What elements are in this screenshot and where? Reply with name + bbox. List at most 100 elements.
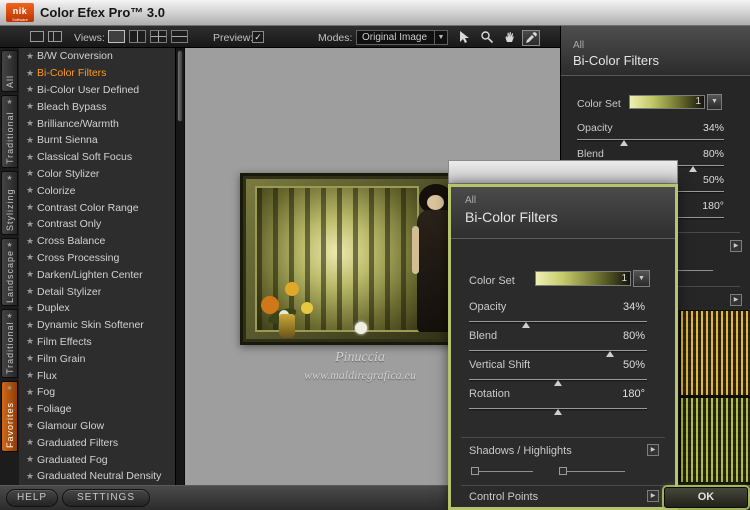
shadows-highlights-expander[interactable]: ▶ <box>730 240 742 252</box>
filter-item[interactable]: ★ Graduated Fog <box>19 451 184 468</box>
floating-panel-drag-bar[interactable] <box>448 160 678 184</box>
favorite-star-icon[interactable]: ★ <box>26 152 37 163</box>
filter-item[interactable]: ★ Cross Processing <box>19 250 184 267</box>
control-points-expander[interactable]: ▶ <box>730 294 742 306</box>
tab-favorites[interactable]: ★ Favorites <box>1 381 18 452</box>
tab-all[interactable]: ★ All <box>1 50 18 92</box>
filter-item[interactable]: ★ Graduated Neutral Density <box>19 468 184 485</box>
filter-list-scrollbar[interactable] <box>175 48 184 485</box>
filter-item[interactable]: ★ Bleach Bypass <box>19 98 184 115</box>
ok-button[interactable]: OK <box>664 487 748 508</box>
single-pane-icon[interactable] <box>30 31 44 42</box>
filter-item[interactable]: ★ Bi-Color User Defined <box>19 82 184 99</box>
view-split-horizontal-button[interactable] <box>171 30 188 43</box>
filter-item[interactable]: ★ Classical Soft Focus <box>19 149 184 166</box>
view-split-vertical-button[interactable] <box>129 30 146 43</box>
highlights-mini-slider[interactable] <box>559 467 625 475</box>
color-set-dropdown-arrow[interactable]: ▼ <box>707 94 722 110</box>
modes-dropdown[interactable]: Original Image ▼ <box>356 30 448 45</box>
slider-handle[interactable] <box>521 322 530 328</box>
filter-item[interactable]: ★ Color Stylizer <box>19 166 184 183</box>
favorite-star-icon[interactable]: ★ <box>26 404 37 415</box>
filter-item[interactable]: ★ Darken/Lighten Center <box>19 266 184 283</box>
filter-item[interactable]: ★ Burnt Sienna <box>19 132 184 149</box>
favorite-star-icon[interactable]: ★ <box>26 84 37 95</box>
filter-item[interactable]: ★ Brilliance/Warmth <box>19 115 184 132</box>
scrollbar-thumb[interactable] <box>177 50 183 122</box>
filter-item[interactable]: ★ Foliage <box>19 401 184 418</box>
filter-item[interactable]: ★ Cross Balance <box>19 233 184 250</box>
slider-handle[interactable] <box>554 409 562 415</box>
favorite-star-icon[interactable]: ★ <box>26 202 37 213</box>
filter-item-selected[interactable]: ★ Bi-Color Filters <box>19 65 184 82</box>
settings-button[interactable]: SETTINGS <box>62 489 150 507</box>
favorite-star-icon[interactable]: ★ <box>26 252 37 263</box>
favorite-star-icon[interactable]: ★ <box>26 185 37 196</box>
opacity-slider[interactable] <box>469 321 647 328</box>
slider-handle[interactable] <box>605 351 614 357</box>
shadows-mini-slider[interactable] <box>471 467 533 475</box>
filter-item[interactable]: ★ Fog <box>19 384 184 401</box>
favorite-star-icon[interactable]: ★ <box>26 286 37 297</box>
favorite-star-icon[interactable]: ★ <box>26 101 37 112</box>
color-set-swatch[interactable]: 1 <box>629 95 705 109</box>
favorite-star-icon[interactable]: ★ <box>26 454 37 465</box>
color-set-dropdown-arrow[interactable]: ▼ <box>633 270 650 287</box>
favorite-star-icon[interactable]: ★ <box>26 437 37 448</box>
favorite-star-icon[interactable]: ★ <box>26 370 37 381</box>
favorite-star-icon[interactable]: ★ <box>26 420 37 431</box>
favorite-star-icon[interactable]: ★ <box>26 336 37 347</box>
favorite-star-icon[interactable]: ★ <box>26 118 37 129</box>
favorite-star-icon[interactable]: ★ <box>26 68 37 79</box>
favorite-star-icon[interactable]: ★ <box>26 387 37 398</box>
control-points-expander[interactable]: ▶ <box>647 490 659 502</box>
favorite-star-icon[interactable]: ★ <box>26 135 37 146</box>
pan-hand-tool[interactable] <box>501 30 519 46</box>
filter-item[interactable]: ★ Film Effects <box>19 334 184 351</box>
favorite-star-icon[interactable]: ★ <box>26 471 37 482</box>
slider-handle[interactable] <box>689 166 698 172</box>
blend-slider[interactable] <box>469 350 647 357</box>
favorite-star-icon[interactable]: ★ <box>26 320 37 331</box>
mini-slider-handle[interactable] <box>471 467 479 475</box>
vertical-shift-slider[interactable] <box>469 379 647 386</box>
eyedropper-tool[interactable] <box>522 30 540 46</box>
tab-traditional-1[interactable]: ★ Traditional <box>1 95 18 168</box>
rotation-slider[interactable] <box>469 408 647 415</box>
help-button[interactable]: HELP <box>6 489 58 507</box>
filter-item[interactable]: ★ Graduated Filters <box>19 434 184 451</box>
favorite-star-icon[interactable]: ★ <box>26 303 37 314</box>
select-arrow-tool[interactable] <box>455 30 473 46</box>
favorite-star-icon[interactable]: ★ <box>26 219 37 230</box>
favorite-star-icon[interactable]: ★ <box>26 353 37 364</box>
tab-traditional-2[interactable]: ★ Traditional <box>1 309 18 378</box>
preview-checkbox[interactable]: ✓ <box>252 31 264 43</box>
filter-item[interactable]: ★ B/W Conversion <box>19 48 184 65</box>
tab-landscape[interactable]: ★ Landscape <box>1 238 18 306</box>
opacity-slider[interactable] <box>577 139 724 146</box>
slider-handle[interactable] <box>620 140 629 146</box>
filter-item[interactable]: ★ Flux <box>19 367 184 384</box>
filter-item[interactable]: ★ Film Grain <box>19 350 184 367</box>
favorite-star-icon[interactable]: ★ <box>26 236 37 247</box>
filter-thumbnail[interactable] <box>681 311 750 395</box>
favorite-star-icon[interactable]: ★ <box>26 51 37 62</box>
filter-item[interactable]: ★ Contrast Color Range <box>19 199 184 216</box>
split-pane-icon[interactable] <box>48 31 62 42</box>
filter-item[interactable]: ★ Colorize <box>19 182 184 199</box>
filter-thumbnail[interactable] <box>681 398 750 482</box>
favorite-star-icon[interactable]: ★ <box>26 269 37 280</box>
mini-slider-handle[interactable] <box>559 467 567 475</box>
filter-item[interactable]: ★ Dynamic Skin Softener <box>19 317 184 334</box>
filter-item[interactable]: ★ Contrast Only <box>19 216 184 233</box>
filter-item[interactable]: ★ Duplex <box>19 300 184 317</box>
view-single-button[interactable] <box>108 30 125 43</box>
color-set-swatch[interactable]: 1 <box>535 271 631 286</box>
favorite-star-icon[interactable]: ★ <box>26 168 37 179</box>
filter-item[interactable]: ★ Detail Stylizer <box>19 283 184 300</box>
tab-stylizing[interactable]: ★ Stylizing <box>1 171 18 235</box>
slider-handle[interactable] <box>554 380 562 386</box>
zoom-tool[interactable] <box>478 30 496 46</box>
shadows-highlights-expander[interactable]: ▶ <box>647 444 659 456</box>
view-side-by-side-button[interactable] <box>150 30 167 43</box>
